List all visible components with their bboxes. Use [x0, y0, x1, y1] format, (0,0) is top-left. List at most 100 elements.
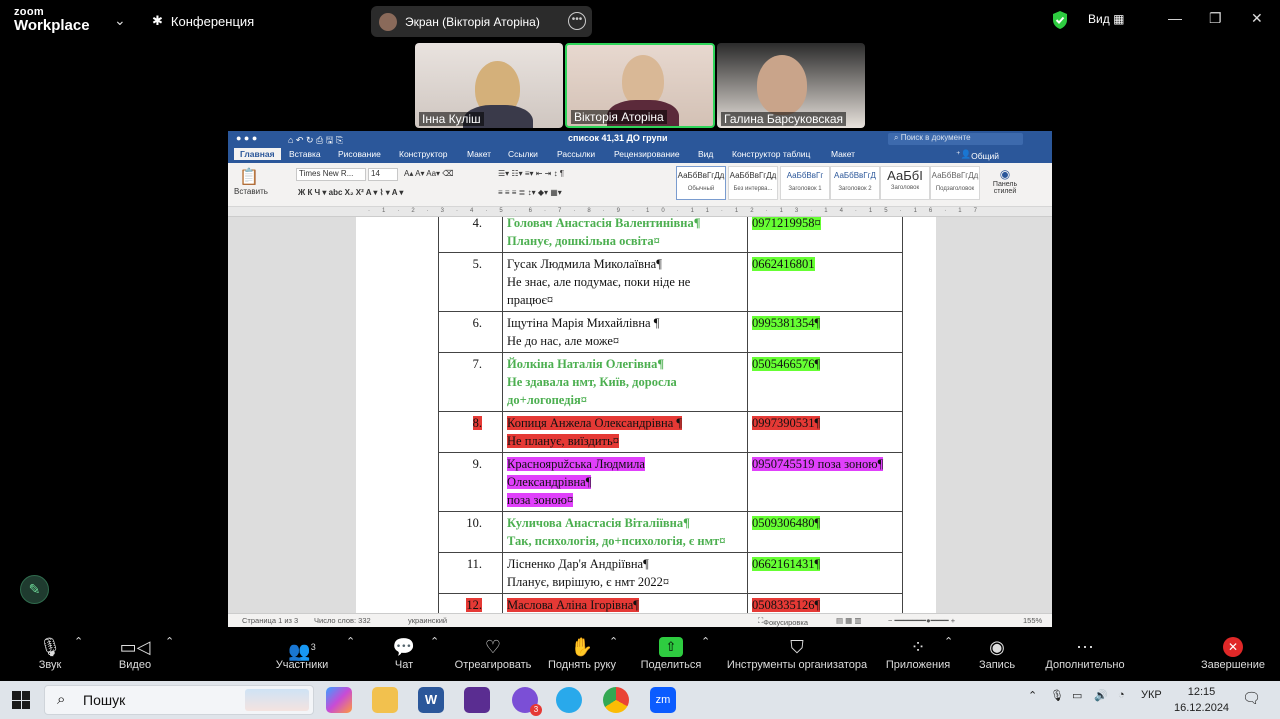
style-subtitle[interactable]: АаБбВвГгДд Подзаголовок	[930, 166, 980, 200]
style-heading-1[interactable]: АаБбВвГг Заголовок 1	[780, 166, 830, 200]
zoom-app-icon[interactable]: zm	[650, 687, 676, 713]
annotate-pen-icon[interactable]: ✎	[20, 575, 49, 604]
row-number[interactable]: 12.	[438, 593, 503, 613]
save-app-icon[interactable]	[464, 687, 490, 713]
alignment-buttons[interactable]: ≡ ≡ ≡ ≣ ↕▾ ◆▾ ▦▾	[498, 188, 562, 197]
person-cell[interactable]: Йолкіна Наталія Олегівна¶ Не здавала нмт,…	[502, 352, 748, 412]
phone-cell[interactable]: 0505466576¶	[747, 352, 903, 412]
row-number[interactable]: 11.	[438, 552, 503, 594]
phone-cell[interactable]: 0950745519 поза зоною¶	[747, 452, 903, 512]
phone-cell[interactable]: 0508335126¶	[747, 593, 903, 613]
meeting-info-button[interactable]: ✱ Конференция	[152, 13, 254, 29]
row-number[interactable]: 8.	[438, 411, 503, 453]
document-page[interactable]: 4. Головач Анастасія Валентинівна¶ Планує,…	[356, 217, 936, 613]
screen-share-indicator[interactable]: Экран (Вікторія Аторіна) •••	[371, 6, 592, 37]
windows-start-icon[interactable]	[12, 691, 30, 709]
record-button[interactable]: ◉ Запись	[974, 635, 1020, 671]
focus-button[interactable]: ⛶ Фокусировка	[758, 616, 808, 627]
security-shield-icon[interactable]	[1051, 10, 1069, 30]
person-cell[interactable]: Копиця Анжела Олександрівна ¶ Не планує, …	[502, 411, 748, 453]
tab-mailings[interactable]: Рассылки	[557, 149, 595, 159]
document-area[interactable]: 4. Головач Анастасія Валентинівна¶ Планує,…	[228, 217, 1052, 613]
phone-cell[interactable]: 0662416801	[747, 252, 903, 312]
tab-references[interactable]: Ссылки	[508, 149, 538, 159]
zoom-slider[interactable]: − ━━━━━━━●━━━━ +	[888, 616, 955, 625]
share-options-chevron-icon[interactable]: ⌃	[701, 635, 710, 648]
share-button[interactable]: ⁺👤 Общий доступ	[956, 149, 999, 171]
person-cell[interactable]: Куличова Анастасія Віталіївна¶ Так, психо…	[502, 511, 748, 553]
audio-options-chevron-icon[interactable]: ⌃	[74, 635, 83, 648]
telegram-icon[interactable]	[556, 687, 582, 713]
react-button[interactable]: ♡ Отреагировать	[450, 635, 536, 671]
phone-cell[interactable]: 0971219958¤	[747, 217, 903, 253]
person-cell[interactable]: Гусак Людмила Миколаївна¶ Не знає, але по…	[502, 252, 748, 312]
list-buttons[interactable]: ☰▾ ☷▾ ≡▾ ⇤ ⇥ ↕ ¶	[498, 169, 564, 178]
style-title[interactable]: АаБбI Заголовок	[880, 166, 930, 200]
participant-video[interactable]: Інна Куліш	[415, 43, 563, 128]
font-name-select[interactable]: Times New R...	[296, 168, 366, 181]
row-number[interactable]: 4.	[438, 217, 503, 253]
clock[interactable]: 12:15 16.12.2024	[1174, 684, 1229, 716]
font-size-select[interactable]: 14	[368, 168, 398, 181]
participants-options-chevron-icon[interactable]: ⌃	[346, 635, 355, 648]
restore-icon[interactable]: ❐	[1209, 10, 1222, 27]
more-options-icon[interactable]: •••	[568, 12, 586, 30]
style-heading-2[interactable]: АаБбВвГгД Заголовок 2	[830, 166, 880, 200]
document-search[interactable]: ⌕ Поиск в документе	[888, 133, 1023, 145]
chat-button[interactable]: 💬 Чат	[390, 635, 418, 671]
row-number[interactable]: 6.	[438, 311, 503, 353]
viber-icon[interactable]: 3	[512, 687, 542, 716]
tab-draw[interactable]: Рисование	[338, 149, 381, 159]
minimize-icon[interactable]: —	[1168, 10, 1182, 26]
row-number[interactable]: 10.	[438, 511, 503, 553]
volume-icon[interactable]: 🔊	[1094, 689, 1108, 702]
video-options-chevron-icon[interactable]: ⌃	[165, 635, 174, 648]
chrome-icon[interactable]	[603, 687, 629, 713]
tab-table-layout[interactable]: Макет	[831, 149, 855, 159]
tab-design[interactable]: Конструктор	[399, 149, 447, 159]
font-size-buttons[interactable]: A▴ A▾ Aa▾ ⌫	[404, 169, 454, 178]
raise-hand-options-chevron-icon[interactable]: ⌃	[609, 635, 618, 648]
more-button[interactable]: ⋯ Дополнительно	[1040, 635, 1130, 671]
chevron-down-icon[interactable]: ⌄	[114, 12, 126, 29]
notifications-icon[interactable]: 🗨	[1242, 689, 1261, 707]
video-button[interactable]: ▭◁ Видео	[112, 635, 158, 671]
wifi-icon[interactable]: ◔	[1118, 689, 1125, 701]
phone-cell[interactable]: 0509306480¶	[747, 511, 903, 553]
battery-icon[interactable]: ▭	[1072, 689, 1082, 702]
tab-home[interactable]: Главная	[234, 148, 281, 160]
phone-cell[interactable]: 0995381354¶	[747, 311, 903, 353]
word-app-icon[interactable]: W	[418, 687, 444, 713]
row-number[interactable]: 7.	[438, 352, 503, 412]
phone-cell[interactable]: 0997390531¶	[747, 411, 903, 453]
format-buttons[interactable]: Ж К Ч ▾ abc X₂ X² A ▾ ⌇ ▾ A ▾	[298, 188, 403, 197]
style-normal[interactable]: АаБбВвГгДд Обычный	[676, 166, 726, 200]
window-controls-icon[interactable]: ● ● ●	[236, 133, 257, 143]
participant-video-active[interactable]: Вікторія Аторіна	[565, 43, 715, 128]
tab-review[interactable]: Рецензирование	[614, 149, 680, 159]
tab-view[interactable]: Вид	[698, 149, 713, 159]
row-number[interactable]: 9.	[438, 452, 503, 512]
file-explorer-icon[interactable]	[372, 687, 398, 713]
person-cell[interactable]: Красноярužська Людмила Олександрівна¶ поза…	[502, 452, 748, 512]
close-icon[interactable]: ✕	[1251, 10, 1263, 27]
host-tools-button[interactable]: ⛉ Инструменты организатора	[722, 635, 872, 671]
chat-options-chevron-icon[interactable]: ⌃	[430, 635, 439, 648]
apps-options-chevron-icon[interactable]: ⌃	[944, 635, 953, 648]
phone-cell[interactable]: 0662161431¶	[747, 552, 903, 594]
tab-table-design[interactable]: Конструктор таблиц	[732, 149, 810, 159]
participant-video[interactable]: Галина Барсуковская	[717, 43, 865, 128]
copilot-icon[interactable]	[326, 687, 352, 713]
audio-button[interactable]: 🎙 Звук	[30, 635, 70, 671]
row-number[interactable]: 5.	[438, 252, 503, 312]
tab-layout[interactable]: Макет	[467, 149, 491, 159]
paste-button[interactable]: 📋 Вставить	[234, 167, 268, 196]
style-no-spacing[interactable]: АаБбВвГгДд Без интерва...	[728, 166, 778, 200]
person-cell[interactable]: Маслова Аліна Ігорівна¶Не цікавить взага…	[502, 593, 748, 613]
mic-tray-icon[interactable]: 🎙	[1050, 689, 1064, 702]
taskbar-search[interactable]: ⌕ Пошук	[44, 685, 314, 715]
language-indicator[interactable]: УКР	[1141, 689, 1162, 701]
tray-chevron-icon[interactable]: ⌃	[1028, 689, 1037, 702]
ruler[interactable]: ·1·2·3·4·5·6·7·8·9·10·11·12·13·14·15·16·…	[228, 207, 1052, 217]
person-cell[interactable]: Лісненко Дар'я Андріївна¶ Планує, вирішую…	[502, 552, 748, 594]
